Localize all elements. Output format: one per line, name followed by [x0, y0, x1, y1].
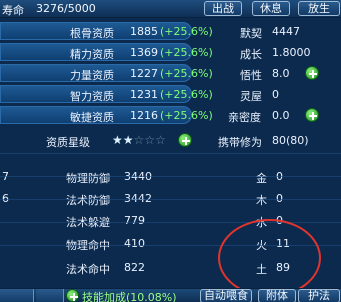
add-insight-plus-icon[interactable] [305, 66, 319, 80]
skill-bonus-text: 技能加成(10.08%) [82, 291, 177, 302]
combat-value: 410 [124, 237, 145, 250]
right-stat-value: 0.0 [272, 109, 290, 122]
right-stat-label: 悟性 [240, 69, 262, 82]
aptitude-label: 智力资质 [70, 90, 114, 103]
aptitude-bonus: (+25.6%) [160, 109, 213, 122]
add-intimacy-plus-icon[interactable] [305, 108, 319, 122]
aptitude-bonus: (+25.6%) [160, 88, 213, 101]
rest-button[interactable]: 休息 [252, 1, 290, 16]
add-star-plus-icon[interactable] [178, 133, 192, 147]
aptitude-row: 力量资质 1227 (+25.6%) 悟性 8.0 [0, 63, 341, 83]
star-icon: ★ [122, 133, 134, 147]
right-stat-value: 0 [272, 88, 279, 101]
right-stat-label: 灵屋 [240, 90, 262, 103]
protect-button[interactable]: 护法 [298, 289, 340, 302]
aptitude-value: 1227 [130, 67, 158, 80]
aptitude-label: 敏捷资质 [70, 111, 114, 124]
aptitude-row: 智力资质 1231 (+25.6%) 灵屋 0 [0, 84, 341, 104]
annotation-circle [218, 219, 321, 297]
bottom-tab-skill[interactable] [36, 289, 64, 302]
bottom-tab-left[interactable] [0, 289, 34, 302]
divider [0, 153, 341, 154]
possess-button[interactable]: 附体 [258, 289, 296, 302]
release-button[interactable]: 放生 [298, 1, 340, 16]
life-value: 3276/5000 [36, 2, 96, 15]
star-outline-icon: ☆ [133, 133, 145, 147]
bottom-bar: 技能加成(10.08%) 自动喂食 附体 护法 [0, 288, 341, 302]
auto-feed-button[interactable]: 自动喂食 [200, 289, 252, 302]
fight-button[interactable]: 出战 [204, 1, 242, 16]
right-stat-label: 亲密度 [228, 111, 261, 124]
right-stat-value: 1.8000 [272, 46, 311, 59]
right-stat-value: 8.0 [272, 67, 290, 80]
element-label: 金 [256, 172, 267, 185]
top-bar: 寿命 3276/5000 出战 休息 放生 [0, 0, 341, 18]
element-label: 木 [256, 194, 267, 207]
skill-bonus-plus-icon[interactable] [66, 289, 79, 302]
carry-label: 携带修为 [218, 136, 262, 149]
combat-row: 6 法术防御 3442 木 0 [0, 188, 341, 208]
aptitude-value: 1885 [130, 25, 158, 38]
aptitude-label: 根骨资质 [70, 27, 114, 40]
aptitude-bonus: (+25.6%) [160, 25, 213, 38]
life-label: 寿命 [2, 4, 24, 17]
aptitude-value: 1216 [130, 109, 158, 122]
right-stat-label: 默契 [240, 27, 262, 40]
aptitude-bonus: (+25.6%) [160, 67, 213, 80]
combat-label: 物理防御 [66, 172, 110, 185]
star-icon: ★ [112, 133, 123, 147]
combat-value: 822 [124, 261, 145, 274]
divider [0, 199, 341, 200]
aptitude-row: 敏捷资质 1216 (+25.6%) 亲密度 0.0 [0, 105, 341, 125]
combat-label: 法术防御 [66, 194, 110, 207]
star-outline-icon: ☆ [144, 133, 156, 147]
star-rating: ★★☆☆☆ [112, 133, 166, 147]
star-rating-row: 资质星级 ★★☆☆☆ 携带修为 80(80) [0, 130, 341, 150]
divider [0, 176, 341, 177]
aptitude-label: 力量资质 [70, 69, 114, 82]
combat-value: 779 [124, 214, 145, 227]
right-stat-value: 4447 [272, 25, 300, 38]
aptitude-value: 1231 [130, 88, 158, 101]
aptitude-row: 根骨资质 1885 (+25.6%) 默契 4447 [0, 21, 341, 41]
star-outline-icon: ☆ [155, 133, 166, 147]
star-rating-label: 资质星级 [46, 136, 90, 149]
carry-value: 80(80) [272, 134, 309, 147]
aptitude-value: 1369 [130, 46, 158, 59]
aptitude-bonus: (+25.6%) [160, 46, 213, 59]
aptitude-row: 精力资质 1369 (+25.6%) 成长 1.8000 [0, 42, 341, 62]
right-stat-label: 成长 [240, 48, 262, 61]
aptitude-label: 精力资质 [70, 48, 114, 61]
combat-label: 法术命中 [66, 263, 110, 276]
